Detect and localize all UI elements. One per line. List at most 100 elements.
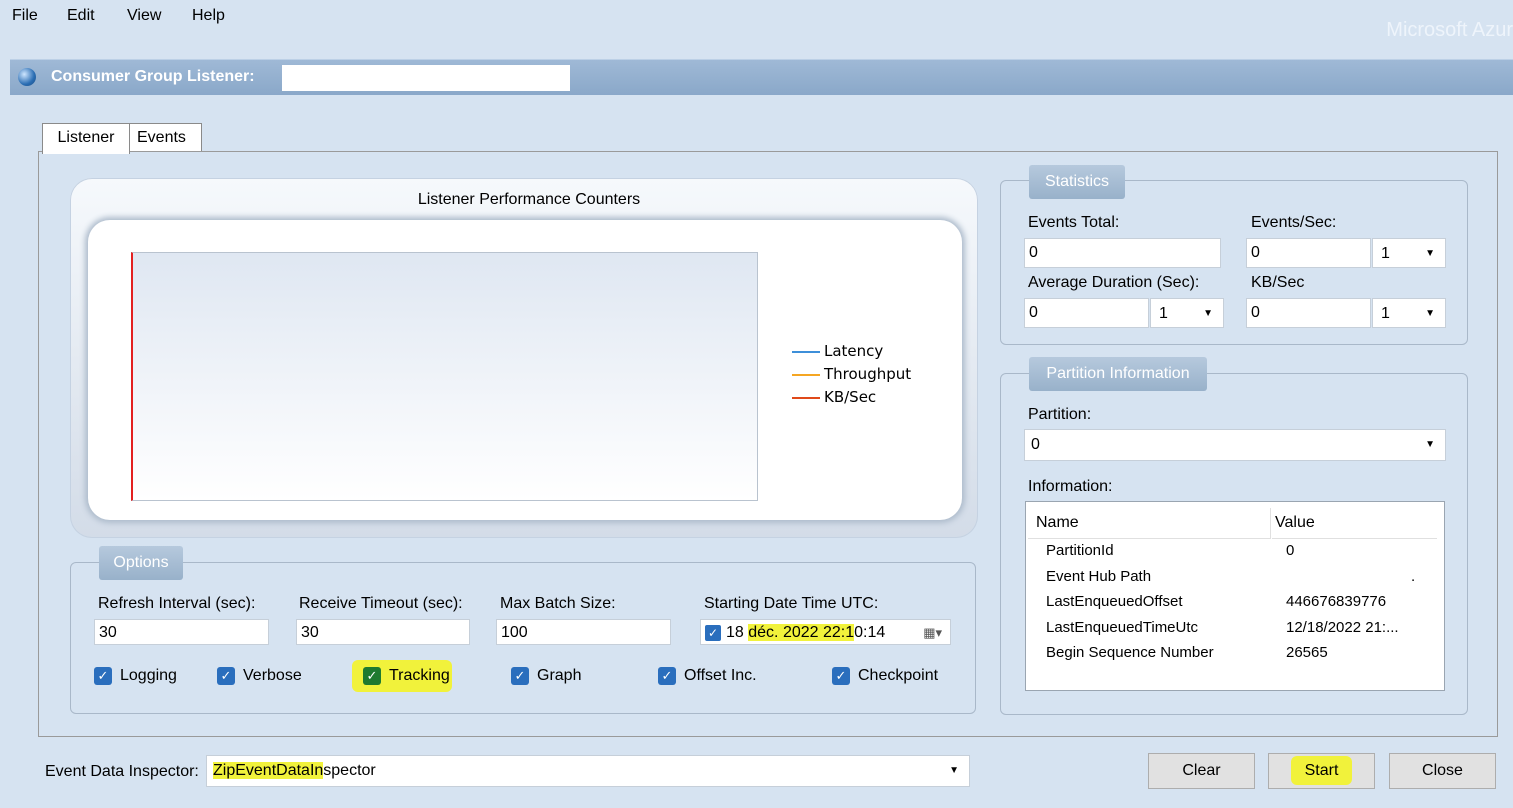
row-name: LastEnqueuedOffset (1046, 593, 1183, 610)
row-value: 446676839776 (1286, 593, 1387, 610)
tracking-check-icon: ✓ (363, 667, 381, 685)
datetime-enabled-checkbox[interactable]: ✓ (705, 624, 721, 641)
brand-label: Microsoft Azur (1386, 19, 1513, 41)
tab-listener[interactable]: Listener (42, 123, 130, 154)
offset-inc-checkbox[interactable]: ✓ Offset Inc. (658, 667, 757, 685)
row-value: . (1411, 568, 1416, 585)
refresh-interval-label: Refresh Interval (sec): (98, 595, 256, 612)
datetime-highlight: déc. 2022 22:1 (748, 624, 855, 641)
verbose-label: Verbose (243, 667, 302, 684)
information-label: Information: (1028, 478, 1113, 495)
column-header-value[interactable]: Value (1272, 508, 1437, 539)
starting-datetime-picker[interactable]: ✓ 18 déc. 2022 22:10:14 ▦▾ (700, 619, 951, 645)
event-data-inspector-select[interactable]: ZipEventDataInspector ▼ (206, 755, 970, 787)
logging-checkbox[interactable]: ✓ Logging (94, 667, 177, 685)
kb-sec-select[interactable]: 1 ▼ (1372, 298, 1446, 328)
inspector-value-highlight: ZipEventDataIn (213, 762, 324, 779)
events-total-input[interactable]: 0 (1024, 238, 1221, 268)
menu-bar: File Edit View Help Microsoft Azur (0, 0, 1513, 41)
tracking-label: Tracking (389, 667, 450, 684)
row-value: 0 (1286, 542, 1295, 559)
clear-button[interactable]: Clear (1148, 753, 1255, 789)
menu-file[interactable]: File (12, 7, 38, 25)
tracking-checkbox[interactable]: ✓ Tracking (363, 667, 450, 685)
avg-duration-label: Average Duration (Sec): (1028, 274, 1200, 291)
events-sec-select[interactable]: 1 ▼ (1372, 238, 1446, 268)
verbose-checkbox[interactable]: ✓ Verbose (217, 667, 302, 685)
chevron-down-icon: ▼ (1425, 308, 1435, 319)
logging-label: Logging (120, 667, 177, 684)
legend-kbsec-swatch (792, 396, 820, 399)
window-title-bar: Consumer Group Listener: (10, 59, 1513, 95)
avg-duration-input[interactable]: 0 (1024, 298, 1149, 328)
kb-sec-input[interactable]: 0 (1246, 298, 1371, 328)
chevron-down-icon: ▼ (1203, 308, 1213, 319)
row-value: 26565 (1286, 644, 1328, 661)
statistics-group-label: Statistics (1029, 165, 1125, 199)
row-name: Begin Sequence Number (1046, 644, 1214, 661)
legend-throughput-label: Throughput (824, 365, 912, 383)
options-group-label: Options (99, 546, 183, 580)
datetime-day: 18 (726, 624, 749, 641)
receive-timeout-label: Receive Timeout (sec): (299, 595, 463, 612)
window-title-value (282, 65, 570, 91)
row-name: LastEnqueuedTimeUtc (1046, 619, 1199, 636)
tab-events[interactable]: Events (128, 123, 202, 152)
datetime-seconds: 0:14 (854, 624, 886, 641)
events-sec-input[interactable]: 0 (1246, 238, 1371, 268)
start-button[interactable]: Start (1268, 753, 1375, 789)
graph-label: Graph (537, 667, 582, 684)
menu-help[interactable]: Help (192, 7, 225, 25)
chevron-down-icon: ▼ (1425, 248, 1435, 259)
kb-sec-select-value: 1 (1381, 305, 1390, 322)
receive-timeout-input[interactable]: 30 (296, 619, 470, 645)
legend-throughput: Throughput (792, 365, 911, 387)
legend-latency-label: Latency (824, 342, 884, 360)
checkpoint-label: Checkpoint (858, 667, 939, 684)
chevron-down-icon: ▼ (949, 765, 959, 776)
legend-kbsec: KB/Sec (792, 388, 876, 410)
checkpoint-checkbox[interactable]: ✓ Checkpoint (832, 667, 938, 685)
logging-check-icon: ✓ (94, 667, 112, 685)
menu-edit[interactable]: Edit (67, 7, 95, 25)
start-button-label: Start (1290, 756, 1353, 785)
row-name: PartitionId (1046, 542, 1114, 559)
partition-label: Partition: (1028, 406, 1092, 423)
legend-latency-swatch (792, 350, 820, 353)
partition-select-value: 0 (1031, 436, 1040, 453)
events-sec-label: Events/Sec: (1251, 214, 1337, 231)
partition-select[interactable]: 0 ▼ (1024, 429, 1446, 461)
chart-title: Listener Performance Counters (417, 191, 641, 208)
checkpoint-check-icon: ✓ (832, 667, 850, 685)
graph-check-icon: ✓ (511, 667, 529, 685)
legend-throughput-swatch (792, 373, 820, 376)
refresh-interval-input[interactable]: 30 (94, 619, 269, 645)
chevron-down-icon: ▼ (1425, 439, 1435, 450)
window-title: Consumer Group Listener: (51, 68, 255, 85)
legend-latency: Latency (792, 342, 883, 364)
max-batch-label: Max Batch Size: (500, 595, 616, 612)
events-sec-select-value: 1 (1381, 245, 1390, 262)
row-value: 12/18/2022 21:... (1286, 619, 1399, 636)
verbose-check-icon: ✓ (217, 667, 235, 685)
kb-sec-label: KB/Sec (1251, 274, 1305, 291)
events-total-label: Events Total: (1028, 214, 1120, 231)
plot-area (131, 252, 758, 501)
max-batch-input[interactable]: 100 (496, 619, 671, 645)
close-button[interactable]: Close (1389, 753, 1496, 789)
event-data-inspector-label: Event Data Inspector: (45, 763, 199, 780)
column-header-name[interactable]: Name (1028, 508, 1271, 539)
globe-icon (18, 68, 36, 86)
starting-datetime-label: Starting Date Time UTC: (704, 595, 879, 612)
calendar-dropdown-icon[interactable]: ▦▾ (923, 620, 942, 646)
offset-inc-label: Offset Inc. (684, 667, 757, 684)
inspector-value-rest: spector (323, 762, 376, 779)
avg-duration-select[interactable]: 1 ▼ (1150, 298, 1224, 328)
row-name: Event Hub Path (1046, 568, 1152, 585)
menu-view[interactable]: View (127, 7, 161, 25)
graph-checkbox[interactable]: ✓ Graph (511, 667, 581, 685)
avg-duration-select-value: 1 (1159, 305, 1168, 322)
legend-kbsec-label: KB/Sec (824, 388, 877, 406)
offset-inc-check-icon: ✓ (658, 667, 676, 685)
information-list[interactable]: Name Value PartitionId 0 Event Hub Path … (1025, 501, 1445, 691)
